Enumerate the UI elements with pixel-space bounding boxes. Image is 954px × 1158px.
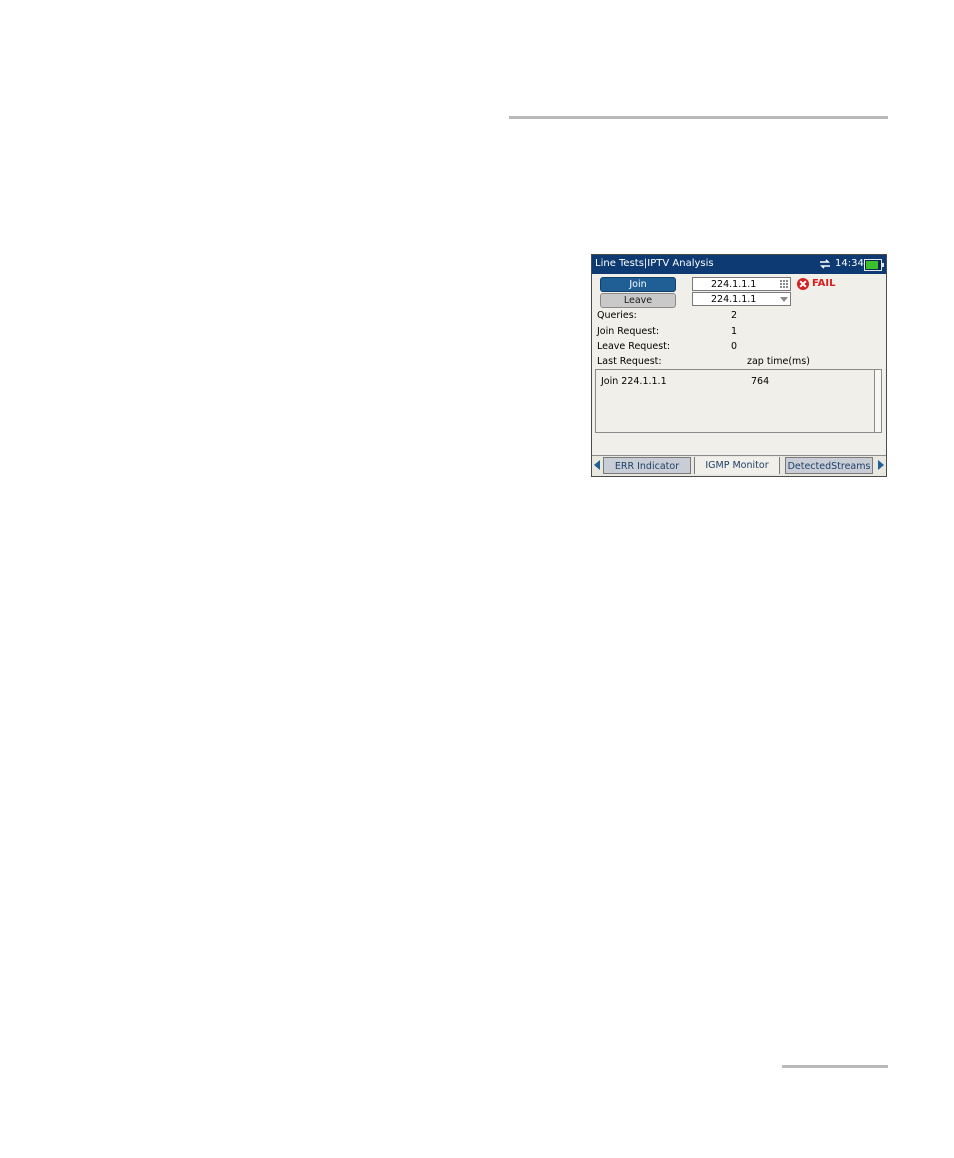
zap-time-header: zap time(ms) xyxy=(747,356,810,367)
tab-detected-streams[interactable]: DetectedStreams xyxy=(785,457,873,474)
window-title: Line Tests|IPTV Analysis xyxy=(595,258,714,269)
leave-request-label: Leave Request: xyxy=(597,341,671,352)
tab-igmp-monitor[interactable]: IGMP Monitor xyxy=(694,457,780,474)
leave-button[interactable]: Leave xyxy=(600,293,676,308)
status-indicator: FAIL xyxy=(797,278,857,291)
battery-icon xyxy=(864,259,884,271)
device-screen: Line Tests|IPTV Analysis 14:34 Join Leav… xyxy=(591,254,887,477)
header-rule xyxy=(509,116,888,119)
join-ip-value: 224.1.1.1 xyxy=(711,279,757,290)
queries-label: Queries: xyxy=(597,310,637,321)
list-scrollbar[interactable] xyxy=(874,370,881,432)
scroll-left-icon[interactable] xyxy=(594,460,600,470)
last-request-label: Last Request: xyxy=(597,356,662,367)
join-request-value: 1 xyxy=(731,326,738,337)
join-request-label: Join Request: xyxy=(597,326,660,337)
status-text: FAIL xyxy=(812,278,836,289)
fail-icon xyxy=(797,278,809,290)
leave-ip-value: 224.1.1.1 xyxy=(711,294,757,305)
request-list[interactable]: Join 224.1.1.1 764 xyxy=(595,369,882,433)
leave-ip-select[interactable]: 224.1.1.1 xyxy=(692,292,791,306)
scroll-right-icon[interactable] xyxy=(878,460,884,470)
list-item[interactable]: Join 224.1.1.1 764 xyxy=(601,376,851,388)
tab-err-indicator[interactable]: ERR Indicator xyxy=(603,457,691,474)
title-bar: Line Tests|IPTV Analysis 14:34 xyxy=(592,255,886,274)
footer-rule xyxy=(782,1065,888,1068)
join-ip-field[interactable]: 224.1.1.1 xyxy=(692,277,791,291)
request-cell: Join 224.1.1.1 xyxy=(601,376,667,387)
leave-request-value: 0 xyxy=(731,341,738,352)
zap-cell: 764 xyxy=(751,376,770,387)
queries-value: 2 xyxy=(731,310,738,321)
sync-icon xyxy=(820,259,830,269)
join-button[interactable]: Join xyxy=(600,277,676,292)
tab-bar: ERR Indicator IGMP Monitor DetectedStrea… xyxy=(592,455,886,476)
keypad-icon[interactable] xyxy=(780,280,788,289)
clock: 14:34 xyxy=(835,258,864,269)
dropdown-icon[interactable] xyxy=(780,297,788,302)
